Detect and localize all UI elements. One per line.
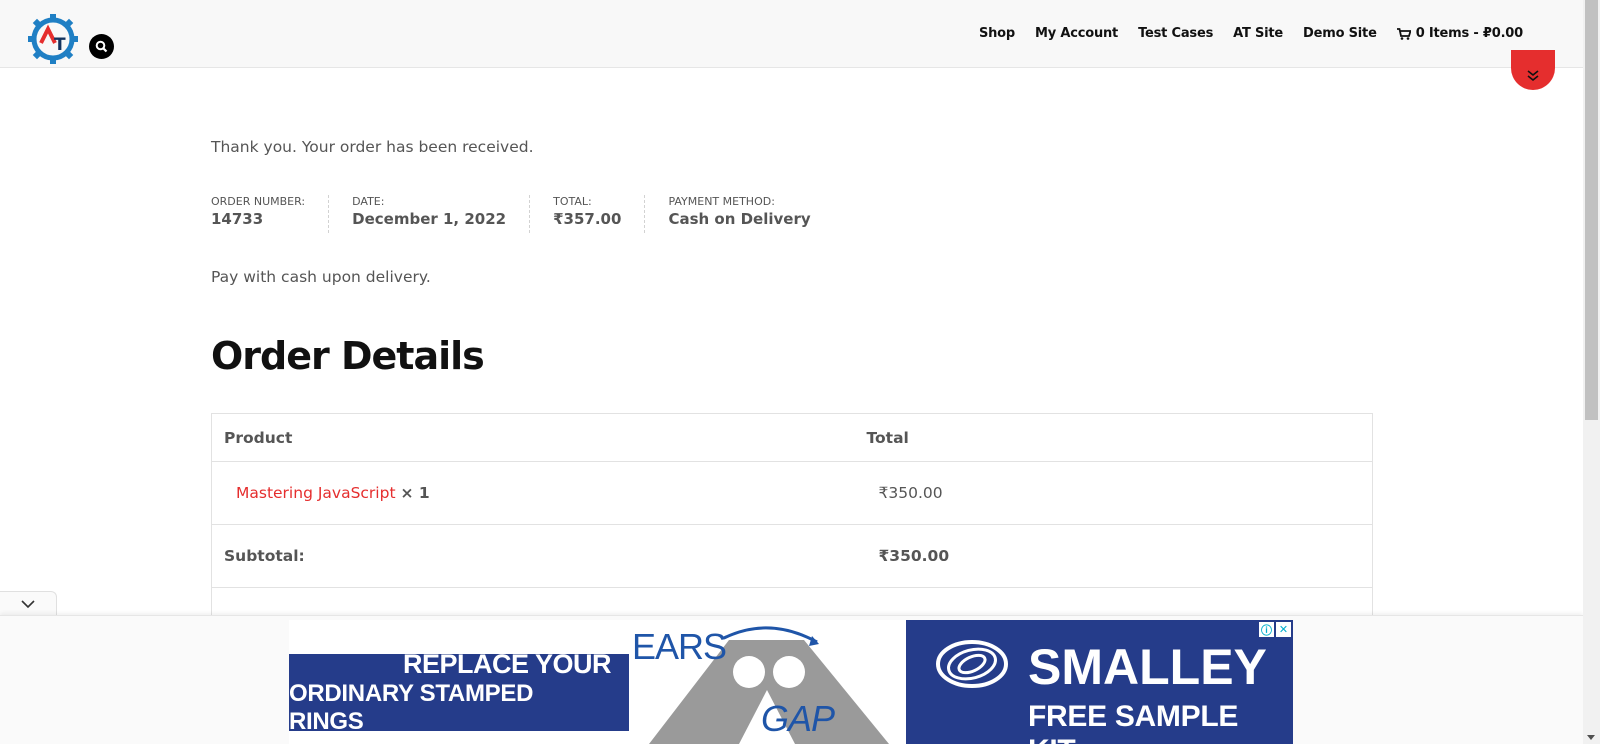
subtotal-value: ₹350.00 bbox=[854, 524, 1373, 588]
overview-label: Total: bbox=[553, 195, 592, 208]
scrollbar-thumb[interactable] bbox=[1585, 0, 1598, 420]
ad-left-panel: REPLACE YOUR ORDINARY STAMPED RINGS bbox=[289, 649, 629, 735]
double-chevron-down-icon bbox=[1527, 70, 1539, 82]
overview-value: ₹357.00 bbox=[553, 210, 622, 228]
table-header-row: Product Total bbox=[211, 413, 1373, 462]
order-overview: Order number: 14733 Date: December 1, 20… bbox=[211, 195, 857, 233]
overview-label: Date: bbox=[352, 195, 385, 208]
overview-total: Total: ₹357.00 bbox=[553, 195, 646, 233]
ad-brand-panel: SMALLEY FREE SAMPLE KIT ⓘ ✕ bbox=[906, 620, 1293, 744]
subtotal-label: Subtotal: bbox=[211, 524, 855, 588]
main-nav: Shop My Account Test Cases AT Site Demo … bbox=[959, 26, 1523, 41]
ad-collapse-button[interactable] bbox=[0, 591, 57, 616]
product-total: ₹350.00 bbox=[854, 461, 1373, 525]
ad-headline: REPLACE YOUR bbox=[402, 649, 612, 679]
overview-label: Payment method: bbox=[668, 195, 775, 208]
ad-info-icon[interactable]: ⓘ bbox=[1259, 622, 1274, 637]
ad-controls: ⓘ ✕ bbox=[1259, 622, 1291, 637]
table-row: Mastering JavaScript × 1 ₹350.00 bbox=[211, 461, 1373, 525]
ad-offer: FREE SAMPLE KIT bbox=[1028, 700, 1239, 744]
product-quantity: × 1 bbox=[400, 484, 430, 502]
ad-brand-name: SMALLEY bbox=[1028, 639, 1267, 695]
svg-text:T: T bbox=[54, 35, 66, 55]
search-button[interactable] bbox=[89, 34, 114, 59]
smalley-logo-icon bbox=[936, 640, 1008, 688]
cart-link[interactable]: 0 Items - ₽0.00 bbox=[1396, 26, 1523, 41]
chevron-down-icon bbox=[21, 599, 35, 608]
nav-test-cases[interactable]: Test Cases bbox=[1138, 26, 1213, 41]
overview-value: Cash on Delivery bbox=[668, 210, 811, 228]
search-icon bbox=[95, 40, 108, 53]
site-logo[interactable]: T bbox=[27, 13, 79, 65]
page-scrollbar[interactable] bbox=[1583, 0, 1600, 744]
overview-payment-method: Payment method: Cash on Delivery bbox=[668, 195, 833, 233]
thank-you-message: Thank you. Your order has been received. bbox=[211, 138, 534, 156]
nav-shop[interactable]: Shop bbox=[979, 26, 1015, 41]
ad-gap-label: GAP bbox=[761, 698, 835, 739]
cart-icon bbox=[1396, 27, 1411, 40]
order-details-title: Order Details bbox=[211, 334, 485, 378]
product-link[interactable]: Mastering JavaScript bbox=[236, 484, 396, 502]
product-cell: Mastering JavaScript × 1 bbox=[211, 461, 855, 525]
ad-ears-label: EARS bbox=[632, 626, 727, 667]
scroll-arrow-down-icon[interactable] bbox=[1587, 735, 1595, 740]
table-row: Subtotal: ₹350.00 bbox=[211, 524, 1373, 588]
overview-value: December 1, 2022 bbox=[352, 210, 507, 228]
nav-at-site[interactable]: AT Site bbox=[1233, 26, 1283, 41]
overview-label: Order number: bbox=[211, 195, 306, 208]
ad-subheadline: ORDINARY STAMPED RINGS bbox=[289, 680, 534, 735]
column-header-product: Product bbox=[211, 413, 855, 462]
banner-ad[interactable]: REPLACE YOUR ORDINARY STAMPED RINGS EARS… bbox=[289, 620, 1293, 744]
overview-order-number: Order number: 14733 bbox=[211, 195, 330, 233]
gear-logo-icon: T bbox=[28, 14, 78, 64]
ad-close-icon[interactable]: ✕ bbox=[1276, 622, 1291, 637]
ad-ring-illustration: EARS GAP bbox=[629, 620, 906, 744]
scroll-down-button[interactable] bbox=[1511, 50, 1555, 90]
payment-note: Pay with cash upon delivery. bbox=[211, 268, 431, 286]
column-header-total: Total bbox=[854, 413, 1373, 462]
cart-summary: 0 Items - ₽0.00 bbox=[1415, 26, 1523, 41]
site-header: T Shop My Account Test Cases AT Site Dem… bbox=[0, 0, 1583, 68]
overview-date: Date: December 1, 2022 bbox=[352, 195, 531, 233]
nav-my-account[interactable]: My Account bbox=[1035, 26, 1118, 41]
overview-value: 14733 bbox=[211, 210, 264, 228]
nav-demo-site[interactable]: Demo Site bbox=[1303, 26, 1377, 41]
